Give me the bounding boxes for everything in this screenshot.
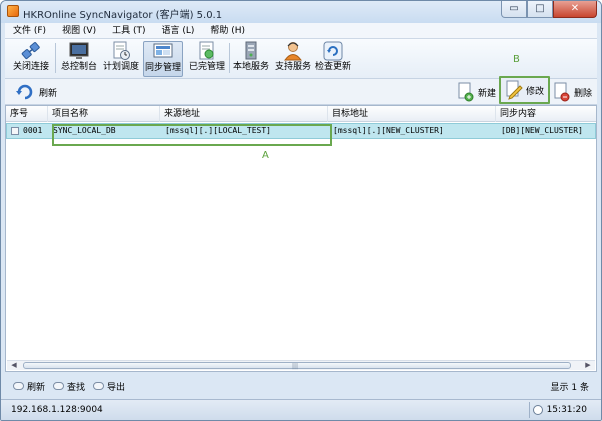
clock-icon	[532, 405, 543, 415]
bottom-refresh-label: 刷新	[27, 382, 46, 393]
app-window: HKROnline SyncNavigator (客户端) 5.0.1 ▭ □ …	[0, 0, 602, 421]
row-file-icon	[11, 127, 19, 135]
status-divider	[529, 402, 530, 418]
window-title: HKROnline SyncNavigator (客户端) 5.0.1	[23, 10, 223, 21]
column-header-content[interactable]: 同步内容	[496, 106, 596, 122]
menu-tools[interactable]: 工具 (T)	[104, 23, 153, 39]
sync-manage-icon	[153, 43, 173, 58]
main-toolbar: 关闭连接 总控制台 计划调度 同步管理 已完管理 本地服务 支持服务 检查更新	[5, 39, 597, 79]
server-address: 192.168.1.128:9004	[11, 405, 103, 415]
console-button[interactable]: 总控制台	[59, 41, 99, 77]
local-service-button[interactable]: 本地服务	[232, 41, 270, 77]
local-service-icon	[245, 41, 257, 60]
menu-view[interactable]: 视图 (V)	[54, 23, 104, 39]
find-button[interactable]: 查找	[53, 380, 85, 393]
console-icon	[69, 42, 89, 59]
window-controls: ▭ □ ✕	[501, 1, 597, 19]
delete-file-icon	[554, 82, 570, 102]
toolbar-label: 本地服务	[232, 62, 269, 72]
new-button[interactable]: 新建	[457, 80, 496, 104]
menu-language[interactable]: 语言 (L)	[154, 23, 203, 39]
refresh-icon	[16, 84, 33, 100]
support-icon	[284, 42, 302, 61]
column-header-index[interactable]: 序号	[6, 106, 48, 122]
sync-manage-button[interactable]: 同步管理	[143, 41, 183, 77]
toolbar-label: 关闭连接	[12, 62, 49, 72]
toolbar-label: 总控制台	[60, 62, 97, 72]
refresh-label: 刷新	[39, 88, 58, 99]
highlight-box-a	[52, 124, 332, 146]
row-target: [mssql][.][NEW_CLUSTER]	[333, 126, 444, 135]
annotation-b: B	[513, 54, 520, 65]
menu-help[interactable]: 帮助 (H)	[202, 23, 253, 39]
delete-label: 删除	[574, 88, 593, 99]
support-button[interactable]: 支持服务	[273, 41, 313, 77]
column-header-target[interactable]: 目标地址	[328, 106, 496, 122]
new-file-icon	[458, 82, 474, 102]
toolbar-label: 检查更新	[314, 62, 351, 72]
update-icon	[323, 41, 343, 61]
minimize-button[interactable]: ▭	[501, 1, 527, 18]
row-index: 0001	[23, 126, 43, 135]
edit-pencil-icon	[506, 80, 523, 100]
toolbar-label: 支持服务	[274, 62, 311, 72]
table-header: 序号 项目名称 来源地址 目标地址 同步内容	[6, 106, 596, 122]
schedule-button[interactable]: 计划调度	[101, 41, 141, 77]
completed-icon	[199, 41, 214, 60]
export-pill-icon	[93, 382, 105, 390]
menu-bar: 文件 (F) 视图 (V) 工具 (T) 语言 (L) 帮助 (H)	[5, 23, 597, 39]
sync-task-table: 序号 项目名称 来源地址 目标地址 同步内容 0001 SYNC_LOCAL_D…	[5, 105, 597, 372]
toolbar-label: 计划调度	[102, 62, 139, 72]
title-bar: HKROnline SyncNavigator (客户端) 5.0.1 ▭ □ …	[1, 1, 601, 23]
schedule-icon	[113, 41, 130, 60]
horizontal-scrollbar[interactable]: ◀ ||| ▶	[7, 360, 595, 370]
menu-file[interactable]: 文件 (F)	[5, 23, 54, 39]
record-count: 显示 1 条	[550, 383, 589, 393]
refresh-pill-icon	[13, 382, 24, 390]
completed-button[interactable]: 已完管理	[187, 41, 227, 77]
new-label: 新建	[478, 88, 497, 99]
app-logo-icon	[7, 5, 19, 17]
toolbar-divider	[55, 43, 56, 73]
column-header-name[interactable]: 项目名称	[48, 106, 160, 122]
disconnect-button[interactable]: 关闭连接	[11, 41, 51, 77]
toolbar-label: 已完管理	[188, 62, 225, 72]
delete-button[interactable]: 删除	[553, 80, 592, 104]
scroll-left-icon[interactable]: ◀	[9, 361, 19, 370]
status-bar: 192.168.1.128:9004 15:31:20	[1, 399, 601, 420]
column-header-source[interactable]: 来源地址	[160, 106, 328, 122]
edit-button[interactable]: 修改	[499, 76, 551, 104]
clock-time: 15:31:20	[546, 405, 587, 415]
find-pill-icon	[53, 382, 65, 390]
scroll-right-icon[interactable]: ▶	[583, 361, 593, 370]
scroll-thumb[interactable]: |||	[23, 362, 571, 370]
refresh-button[interactable]: 刷新	[15, 82, 57, 102]
toolbar-divider	[229, 43, 230, 73]
maximize-button[interactable]: □	[527, 1, 553, 18]
disconnect-icon	[21, 42, 40, 60]
scroll-grip: |||	[292, 363, 299, 370]
edit-label: 修改	[526, 86, 545, 97]
annotation-a: A	[262, 150, 269, 161]
sub-toolbar: 刷新 B 新建 修改 删除	[5, 54, 597, 105]
export-label: 导出	[107, 382, 126, 393]
close-button[interactable]: ✕	[553, 1, 597, 18]
bottom-refresh-button[interactable]: 刷新	[13, 380, 45, 393]
check-update-button[interactable]: 检查更新	[313, 41, 353, 77]
status-clock: 15:31:20	[532, 405, 587, 415]
find-label: 查找	[67, 382, 86, 393]
toolbar-label: 同步管理	[144, 63, 181, 73]
bottom-toolbar: 刷新 查找 导出 显示 1 条	[5, 375, 597, 397]
export-button[interactable]: 导出	[93, 380, 125, 393]
row-content: [DB][NEW_CLUSTER]	[501, 126, 583, 135]
